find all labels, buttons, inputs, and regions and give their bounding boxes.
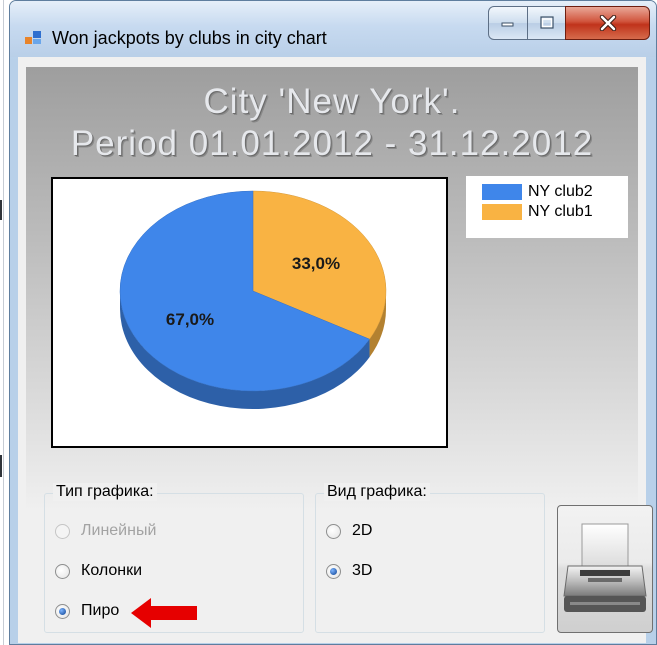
client-area: City 'New York'. Period 01.01.2012 - 31.… (18, 57, 653, 643)
background-edge (0, 0, 9, 645)
radio-label: Колонки (81, 562, 143, 579)
radio-label: Пиро (81, 602, 120, 619)
radio-label: 2D (352, 522, 373, 539)
window-title: Won jackpots by clubs in city chart (52, 28, 327, 48)
printer-icon (563, 523, 647, 612)
chart-type-group-title: Тип графика: (53, 483, 157, 501)
legend-label: NY club2 (528, 183, 593, 200)
chart-title-line1: City 'New York'. (203, 82, 461, 121)
legend-item: NY club1 (482, 202, 593, 222)
radio-button (326, 523, 341, 539)
radio-label: 3D (352, 562, 373, 579)
chart-title-line2: Period 01.01.2012 - 31.12.2012 (70, 124, 594, 163)
pie-data-label: 33,0% (292, 254, 340, 273)
title-bar[interactable]: Won jackpots by clubs in city chart (10, 1, 656, 57)
radio-button (55, 523, 70, 539)
radio-3d[interactable]: 3D (326, 560, 372, 582)
pie-chart: 33,0% 67,0% (119, 190, 387, 410)
minimize-button[interactable] (488, 6, 528, 40)
chart-title: City 'New York'. Period 01.01.2012 - 31.… (26, 81, 638, 165)
red-arrow-icon (131, 598, 197, 628)
radio-button (55, 563, 70, 579)
view-group-title: Вид графика: (324, 483, 430, 501)
radio-linear[interactable]: Линейный (55, 520, 156, 542)
view-group: Вид графика: 2D 3D (315, 483, 545, 633)
chart-area: City 'New York'. Period 01.01.2012 - 31.… (26, 67, 638, 511)
maximize-button[interactable] (527, 6, 566, 40)
app-icon (25, 31, 41, 44)
radio-columns[interactable]: Колонки (55, 560, 142, 582)
pie-plot-frame: 33,0% 67,0% (51, 177, 448, 448)
radio-button (326, 563, 341, 579)
close-button[interactable] (565, 6, 650, 40)
maximize-icon (539, 16, 554, 29)
legend: NY club2 NY club1 (466, 176, 628, 238)
print-button[interactable] (557, 505, 653, 633)
radio-button (55, 603, 70, 619)
legend-swatch (482, 204, 522, 220)
legend-swatch (482, 184, 522, 200)
pie-data-label: 67,0% (166, 310, 214, 329)
minimize-icon (501, 22, 514, 27)
legend-label: NY club1 (528, 203, 593, 220)
legend-item: NY club2 (482, 182, 593, 202)
radio-label: Линейный (81, 522, 157, 539)
radio-pie[interactable]: Пиро (55, 600, 119, 622)
radio-2d[interactable]: 2D (326, 520, 372, 542)
close-icon (599, 15, 616, 31)
chart-window: Won jackpots by clubs in city chart City… (9, 0, 657, 645)
